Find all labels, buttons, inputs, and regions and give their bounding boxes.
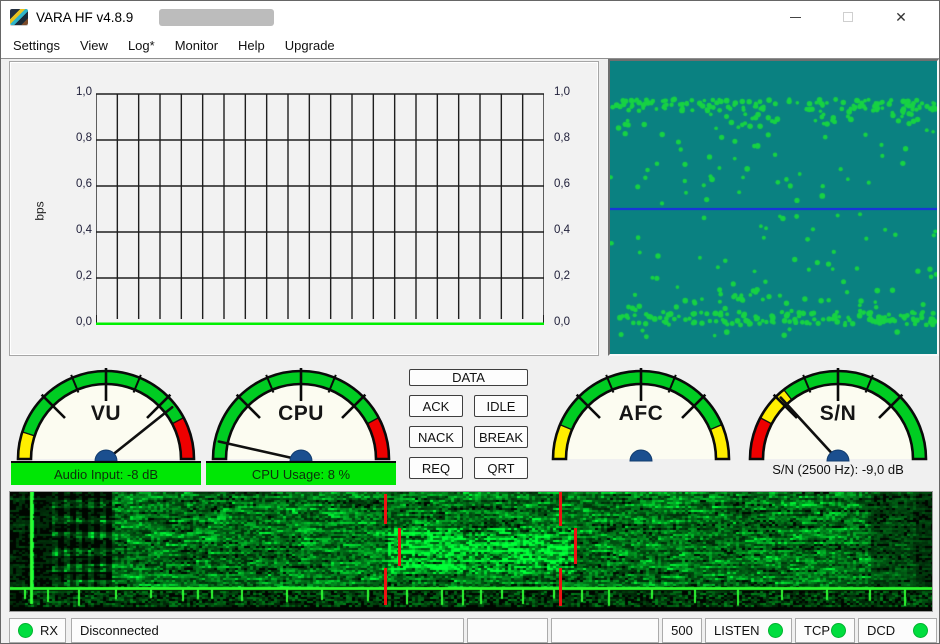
bps-tick-right-5: 0,0 [554,316,584,328]
channel-edge-marker-4 [559,568,562,606]
bandwidth-indicator: 500 [662,618,702,643]
cpu-gauge-label: CPU [206,402,396,426]
bps-axis-title: bps [33,201,47,220]
status-bar: RX Disconnected 500 LISTEN TCP DCD [1,616,940,644]
frame-indicator-ack: ACK [409,395,463,417]
waterfall-display [10,492,932,611]
cpu-usage-bar: CPU Usage: 8 % [206,461,396,485]
frame-indicator-qrt: QRT [474,457,528,479]
bps-tick-left-2: 0,6 [62,178,92,190]
cpu-gauge: CPU [206,364,396,461]
sn-gauge-label: S/N [743,402,933,426]
bps-tick-right-2: 0,6 [554,178,584,190]
close-button[interactable]: ✕ [878,1,924,33]
dcd-led-icon [913,623,928,638]
listen-indicator: LISTEN [705,618,792,643]
rx-led-icon [18,623,33,638]
maximize-button[interactable] [825,1,871,33]
frame-indicator-panel: DATA ACK IDLE NACK BREAK REQ QRT [409,369,528,479]
afc-gauge: AFC [546,364,736,461]
afc-gauge-label: AFC [546,402,736,426]
constellation-panel [608,59,939,356]
bps-tick-right-3: 0,4 [554,224,584,236]
menu-monitor[interactable]: Monitor [165,33,228,58]
status-box-empty-1 [467,618,548,643]
rx-indicator: RX [9,618,66,643]
redacted-callsign [159,9,274,26]
menu-upgrade[interactable]: Upgrade [275,33,345,58]
connection-status: Disconnected [71,618,464,643]
bps-plot-grid [96,93,544,325]
vu-gauge: VU [11,364,201,461]
bps-chart-panel: bps 1,0 1,0 0,8 0,8 0,6 0,6 0,4 0,4 0,2 0,2 0,0 0,0 [9,61,599,356]
maximize-icon [843,12,853,22]
channel-edge-marker-0 [384,494,387,524]
sn-value-text: S/N (2500 Hz): -9,0 dB [738,462,938,477]
bps-tick-right-1: 0,8 [554,132,584,144]
waterfall-panel [9,491,933,612]
frame-indicator-data: DATA [409,369,528,386]
channel-edge-marker-3 [559,492,562,526]
connection-status-text: Disconnected [80,623,159,638]
minimize-button[interactable] [772,1,818,33]
listen-label: LISTEN [714,623,760,638]
bps-tick-left-0: 1,0 [62,86,92,98]
frame-indicator-break: BREAK [474,426,528,448]
window-title: VARA HF v4.8.9 [36,10,133,25]
rx-label: RX [40,623,58,638]
minimize-icon [790,17,801,18]
listen-led-icon [768,623,783,638]
bps-tick-left-5: 0,0 [62,316,92,328]
vara-hf-window: VARA HF v4.8.9 ✕ Settings View Log* Moni… [0,0,940,644]
tcp-label: TCP [804,623,830,638]
channel-edge-marker-5 [574,528,577,564]
close-icon: ✕ [895,9,907,26]
title-bar: VARA HF v4.8.9 ✕ [1,1,940,33]
sn-gauge: S/N [743,364,933,461]
bps-tick-left-4: 0,2 [62,270,92,282]
bps-tick-right-0: 1,0 [554,86,584,98]
channel-edge-marker-1 [384,568,387,605]
frame-indicator-req: REQ [409,457,463,479]
app-icon [10,9,28,25]
menu-bar: Settings View Log* Monitor Help Upgrade [1,33,940,58]
frame-indicator-nack: NACK [409,426,463,448]
tcp-led-icon [831,623,846,638]
dcd-indicator: DCD [858,618,937,643]
bps-tick-right-4: 0,2 [554,270,584,282]
channel-edge-marker-2 [398,528,401,566]
tcp-indicator: TCP [795,618,855,643]
status-box-empty-2 [551,618,659,643]
constellation-display [610,61,937,354]
menu-log[interactable]: Log* [118,33,165,58]
dcd-label: DCD [867,623,895,638]
bandwidth-value: 500 [671,623,693,638]
bps-tick-left-1: 0,8 [62,132,92,144]
menu-view[interactable]: View [70,33,118,58]
menu-help[interactable]: Help [228,33,275,58]
vu-gauge-label: VU [11,402,201,426]
menu-settings[interactable]: Settings [3,33,70,58]
bps-tick-left-3: 0,4 [62,224,92,236]
audio-input-bar: Audio Input: -8 dB [11,461,201,485]
frame-indicator-idle: IDLE [474,395,528,417]
